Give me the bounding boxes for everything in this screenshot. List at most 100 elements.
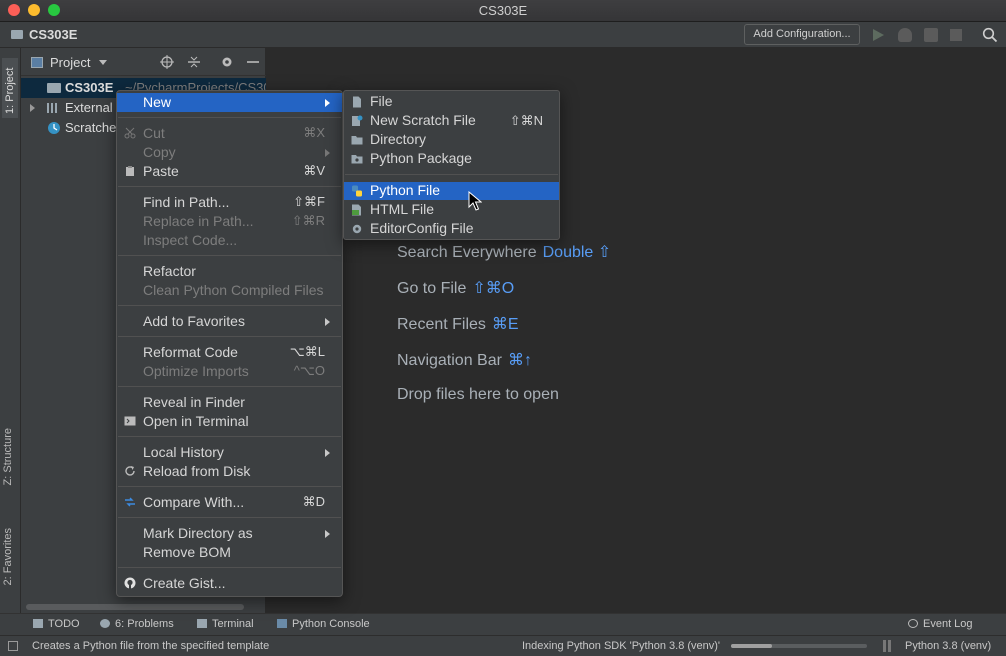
menu-item-label: Open in Terminal: [143, 413, 249, 429]
stop-icon[interactable]: [950, 29, 962, 41]
menu-separator: [118, 386, 341, 387]
problems-icon: [100, 619, 110, 628]
menu-item-label: Local History: [143, 444, 224, 460]
status-message: Creates a Python file from the specified…: [32, 640, 270, 652]
project-view-selector[interactable]: Project: [50, 55, 90, 70]
chevron-down-icon[interactable]: [99, 60, 107, 65]
python-icon: [277, 619, 287, 628]
submenu-item-directory[interactable]: Directory: [344, 131, 559, 149]
menu-item-create-gist[interactable]: Create Gist...: [117, 574, 342, 593]
hide-icon[interactable]: [246, 55, 260, 69]
menu-item-reload-from-disk[interactable]: Reload from Disk: [117, 462, 342, 481]
navigation-bar: CS303E Add Configuration...: [0, 22, 1006, 48]
horizontal-scrollbar[interactable]: [26, 604, 244, 610]
submenu-item-python-package[interactable]: Python Package: [344, 150, 559, 168]
menu-item-label: Paste: [143, 163, 179, 179]
ide-window: CS303E CS303E Add Configuration... 1: Pr…: [0, 0, 1006, 656]
menu-item-shortcut: ^⌥O: [293, 363, 325, 378]
hint-recent-files: Recent Files ⌘E: [397, 314, 519, 334]
menu-item-paste[interactable]: Paste ⌘V: [117, 162, 342, 181]
menu-item-replace-in-path[interactable]: Replace in Path... ⇧⌘R: [117, 212, 342, 231]
tree-item-label: Scratche: [65, 120, 117, 135]
menu-item-reformat-code[interactable]: Reformat Code ⌥⌘L: [117, 343, 342, 362]
submenu-item-label: Python File: [370, 182, 441, 198]
tab-favorites[interactable]: 2: Favorites: [2, 528, 14, 585]
submenu-item-file[interactable]: File: [344, 93, 559, 111]
python-console-tab[interactable]: Python Console: [277, 618, 370, 630]
menu-item-remove-bom[interactable]: Remove BOM: [117, 543, 342, 562]
menu-item-mark-directory-as[interactable]: Mark Directory as: [117, 524, 342, 543]
todo-tab[interactable]: TODO: [33, 618, 80, 630]
menu-item-add-to-favorites[interactable]: Add to Favorites: [117, 312, 342, 331]
indexing-progress-bar: [731, 644, 867, 648]
package-icon: [351, 155, 363, 164]
menu-item-find-in-path[interactable]: Find in Path... ⇧⌘F: [117, 193, 342, 212]
python-console-label: Python Console: [292, 618, 370, 630]
chevron-right-icon[interactable]: [30, 104, 35, 112]
breadcrumb-project[interactable]: CS303E: [29, 27, 77, 42]
hint-shortcut: ⌘↑: [507, 352, 532, 369]
tab-structure[interactable]: Z: Structure: [2, 428, 14, 485]
indexing-status[interactable]: Indexing Python SDK 'Python 3.8 (venv)': [522, 640, 720, 652]
menu-separator: [118, 436, 341, 437]
submenu-item-new-scratch-file[interactable]: New Scratch File ⇧⌘N: [344, 112, 559, 130]
menu-item-copy[interactable]: Copy: [117, 143, 342, 162]
list-icon: [33, 619, 43, 628]
menu-item-compare-with[interactable]: Compare With... ⌘D: [117, 493, 342, 512]
menu-separator: [118, 255, 341, 256]
menu-item-optimize-imports[interactable]: Optimize Imports ^⌥O: [117, 362, 342, 381]
locate-icon[interactable]: [160, 55, 174, 69]
menu-item-inspect-code[interactable]: Inspect Code...: [117, 231, 342, 250]
event-log-tab[interactable]: Event Log: [908, 618, 973, 630]
menu-item-clean-compiled[interactable]: Clean Python Compiled Files: [117, 281, 342, 300]
todo-label: TODO: [48, 618, 80, 630]
menu-item-reveal-in-finder[interactable]: Reveal in Finder: [117, 393, 342, 412]
menu-separator: [118, 486, 341, 487]
hint-label: Navigation Bar: [397, 352, 502, 369]
pause-icon[interactable]: [883, 640, 891, 652]
menu-item-shortcut: ⇧⌘F: [293, 194, 325, 209]
run-with-coverage-icon[interactable]: [924, 28, 938, 42]
menu-separator: [118, 517, 341, 518]
run-icon[interactable]: [873, 29, 884, 41]
menu-item-shortcut: ⇧⌘R: [291, 213, 325, 228]
menu-item-label: Reveal in Finder: [143, 394, 245, 410]
menu-item-cut[interactable]: Cut ⌘X: [117, 124, 342, 143]
file-icon: [353, 96, 361, 108]
submenu-item-html-file[interactable]: HTML File: [344, 201, 559, 219]
menu-item-label: Find in Path...: [143, 194, 230, 210]
hint-navigation-bar: Navigation Bar ⌘↑: [397, 350, 532, 370]
menu-item-refactor[interactable]: Refactor: [117, 262, 342, 281]
tool-windows-icon[interactable]: [8, 641, 18, 651]
menu-item-label: Inspect Code...: [143, 232, 238, 248]
add-configuration-button[interactable]: Add Configuration...: [744, 24, 860, 45]
menu-item-open-in-terminal[interactable]: Open in Terminal: [117, 412, 342, 431]
submenu-item-python-file[interactable]: Python File: [344, 182, 559, 200]
scratch-file-icon: [352, 115, 363, 126]
project-panel-header: Project: [21, 48, 266, 76]
submenu-item-label: HTML File: [370, 201, 435, 217]
menu-item-shortcut: ⌘D: [302, 494, 325, 509]
hint-shortcut: ⇧⌘O: [472, 280, 515, 297]
folder-icon: [47, 83, 61, 93]
terminal-tab[interactable]: Terminal: [197, 618, 254, 630]
menu-item-new[interactable]: New: [117, 93, 342, 112]
python-file-icon: [352, 185, 362, 197]
menu-item-local-history[interactable]: Local History: [117, 443, 342, 462]
menu-separator: [118, 117, 341, 118]
problems-label: 6: Problems: [115, 618, 174, 630]
tab-project[interactable]: 1: Project: [2, 58, 18, 118]
menu-item-label: Copy: [143, 144, 176, 160]
submenu-item-editorconfig-file[interactable]: EditorConfig File: [344, 220, 559, 238]
context-menu: New Cut ⌘X Copy Paste ⌘V Find in Path... ⇧⌘…: [116, 90, 343, 597]
gear-icon[interactable]: [220, 55, 234, 69]
problems-tab[interactable]: 6: Problems: [100, 618, 174, 630]
terminal-label: Terminal: [212, 618, 254, 630]
interpreter-selector[interactable]: Python 3.8 (venv): [905, 640, 991, 652]
submenu-item-label: Directory: [370, 131, 427, 147]
menu-separator: [345, 174, 558, 175]
menu-item-shortcut: ⌘V: [303, 163, 325, 178]
collapse-all-icon[interactable]: [187, 55, 201, 69]
debug-icon[interactable]: [898, 28, 912, 42]
search-icon[interactable]: [982, 27, 998, 43]
